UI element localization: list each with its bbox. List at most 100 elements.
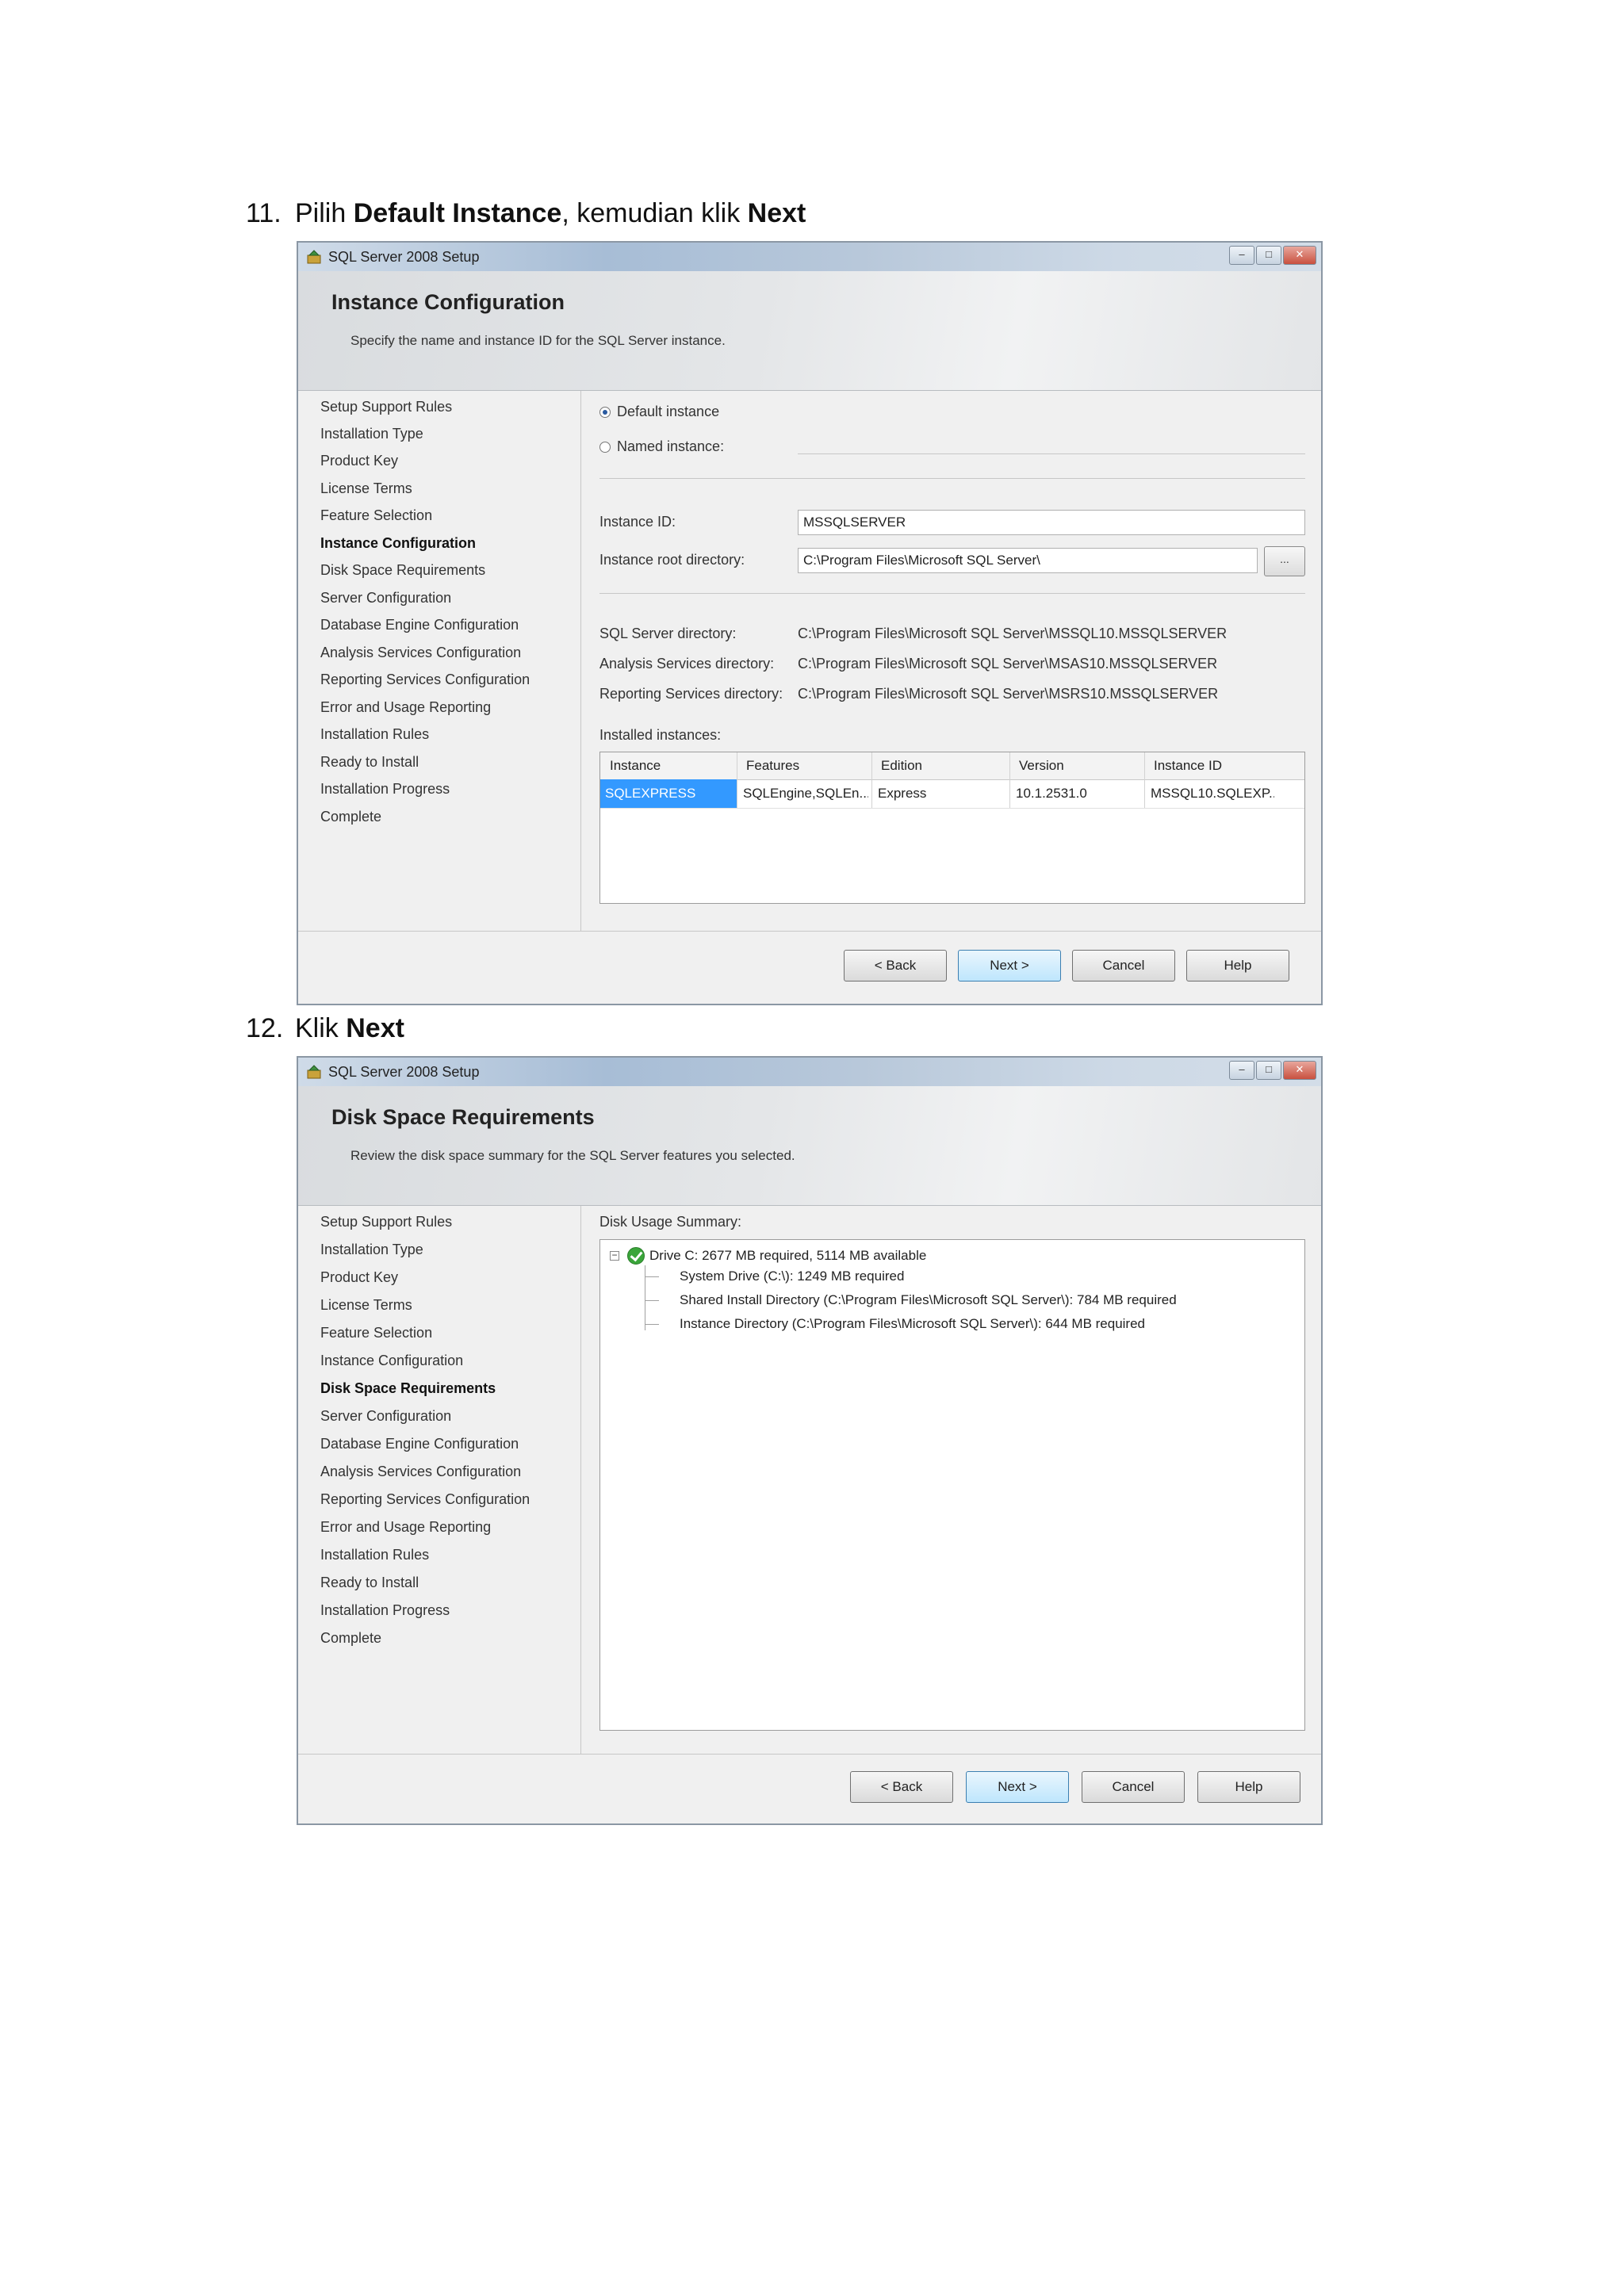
setup-window-instance-configuration: SQL Server 2008 Setup – □ ✕ Instance Con… [297,241,1323,1005]
nav-item-complete[interactable]: Complete [320,1630,381,1647]
sql-server-setup-icon [307,1065,321,1079]
installed-instances-table: Instance Features Edition Version Instan… [599,752,1305,904]
nav-item-analysis-services-configuration[interactable]: Analysis Services Configuration [320,1464,521,1480]
default-instance-radio[interactable] [599,407,611,418]
help-button[interactable]: Help [1186,950,1289,982]
nav-item-installation-type[interactable]: Installation Type [320,426,423,442]
nav-item-server-configuration[interactable]: Server Configuration [320,1408,451,1425]
back-button[interactable]: < Back [844,950,947,982]
nav-item-installation-type[interactable]: Installation Type [320,1242,423,1258]
nav-item-disk-space-requirements[interactable]: Disk Space Requirements [320,562,485,579]
instance-root-directory-input[interactable]: C:\Program Files\Microsoft SQL Server\ [798,548,1258,573]
close-icon[interactable]: ✕ [1283,1061,1316,1080]
maximize-icon[interactable]: □ [1256,246,1281,265]
nav-item-feature-selection[interactable]: Feature Selection [320,1325,432,1341]
nav-item-ready-to-install[interactable]: Ready to Install [320,1575,419,1591]
nav-item-reporting-services-configuration[interactable]: Reporting Services Configuration [320,1491,530,1508]
named-instance-label: Named instance: [617,438,725,454]
column-header-edition[interactable]: Edition [881,758,922,774]
back-button[interactable]: < Back [850,1771,953,1803]
instance-root-directory-label: Instance root directory: [599,552,745,568]
sql-server-setup-icon [307,250,321,264]
nav-item-installation-progress[interactable]: Installation Progress [320,781,450,798]
minimize-icon[interactable]: – [1229,1061,1254,1080]
nav-item-installation-rules[interactable]: Installation Rules [320,1547,429,1563]
page-title: Disk Space Requirements [331,1105,595,1129]
divider [599,593,1305,594]
wizard-steps-nav: Setup Support Rules Installation Type Pr… [298,1206,581,1755]
instance-id-label: Instance ID: [599,514,676,530]
nav-item-installation-progress[interactable]: Installation Progress [320,1602,450,1619]
nav-item-database-engine-configuration[interactable]: Database Engine Configuration [320,617,519,633]
nav-item-feature-selection[interactable]: Feature Selection [320,507,432,524]
nav-item-server-configuration[interactable]: Server Configuration [320,590,451,607]
nav-item-setup-support-rules[interactable]: Setup Support Rules [320,1214,452,1230]
row-instance: SQLEXPRESS [605,786,696,801]
column-header-instance[interactable]: Instance [610,758,661,774]
step-number: 11. [246,198,282,228]
next-button[interactable]: Next > [958,950,1061,982]
page-header: Instance Configuration Specify the name … [298,271,1321,391]
nav-item-license-terms[interactable]: License Terms [320,1297,412,1314]
step-text: Klik [295,1013,347,1043]
named-instance-field[interactable] [798,453,1305,454]
nav-item-product-key[interactable]: Product Key [320,453,398,469]
row-instance-id: MSSQL10.SQLEXP... [1151,786,1274,801]
table-row[interactable]: SQLEXPRESS SQLEngine,SQLEn... Express 10… [600,779,1304,809]
help-button[interactable]: Help [1197,1771,1300,1803]
nav-item-error-and-usage-reporting[interactable]: Error and Usage Reporting [320,1519,491,1536]
tree-item-shared-install-directory: Shared Install Directory (C:\Program Fil… [680,1292,1177,1307]
reporting-services-directory-label: Reporting Services directory: [599,686,783,702]
page-title: Instance Configuration [331,290,565,314]
check-icon [627,1247,645,1265]
page-subtitle: Review the disk space summary for the SQ… [350,1148,795,1163]
divider [599,478,1305,479]
window-title: SQL Server 2008 Setup [328,1064,480,1080]
instance-id-input[interactable]: MSSQLSERVER [798,510,1305,535]
column-header-features[interactable]: Features [746,758,799,774]
maximize-icon[interactable]: □ [1256,1061,1281,1080]
window-controls: – □ ✕ [1229,246,1316,265]
tree-item-instance-directory: Instance Directory (C:\Program Files\Mic… [680,1316,1145,1331]
step-bold-next: Next [747,198,806,228]
nav-item-instance-configuration[interactable]: Instance Configuration [320,535,476,552]
default-instance-label: Default instance [617,404,720,419]
wizard-steps-nav: Setup Support Rules Installation Type Pr… [298,391,581,932]
next-button[interactable]: Next > [966,1771,1069,1803]
sql-server-directory-label: SQL Server directory: [599,626,737,641]
nav-item-error-and-usage-reporting[interactable]: Error and Usage Reporting [320,699,491,716]
analysis-services-directory-label: Analysis Services directory: [599,656,775,672]
nav-item-database-engine-configuration[interactable]: Database Engine Configuration [320,1436,519,1452]
nav-item-reporting-services-configuration[interactable]: Reporting Services Configuration [320,672,530,688]
cancel-button[interactable]: Cancel [1072,950,1175,982]
step-12-heading: 12. Klik Next [246,1013,404,1044]
nav-item-setup-support-rules[interactable]: Setup Support Rules [320,399,452,415]
nav-item-ready-to-install[interactable]: Ready to Install [320,754,419,771]
minimize-icon[interactable]: – [1229,246,1254,265]
nav-item-instance-configuration[interactable]: Instance Configuration [320,1353,463,1369]
nav-item-installation-rules[interactable]: Installation Rules [320,726,429,743]
reporting-services-directory-value: C:\Program Files\Microsoft SQL Server\MS… [798,686,1219,702]
close-icon[interactable]: ✕ [1283,246,1316,265]
analysis-services-directory-value: C:\Program Files\Microsoft SQL Server\MS… [798,656,1218,672]
step-number: 12. [246,1013,284,1043]
disk-usage-summary-label: Disk Usage Summary: [599,1214,742,1230]
cancel-button[interactable]: Cancel [1082,1771,1185,1803]
disk-usage-tree[interactable]: − Drive C: 2677 MB required, 5114 MB ava… [599,1239,1305,1731]
step-text-mid: , kemudian klik [561,198,748,228]
nav-item-product-key[interactable]: Product Key [320,1269,398,1286]
nav-item-disk-space-requirements[interactable]: Disk Space Requirements [320,1380,496,1397]
column-header-version[interactable]: Version [1019,758,1064,774]
nav-item-analysis-services-configuration[interactable]: Analysis Services Configuration [320,645,521,661]
browse-button[interactable]: ... [1264,546,1305,576]
column-header-instance-id[interactable]: Instance ID [1154,758,1222,774]
sql-server-directory-value: C:\Program Files\Microsoft SQL Server\MS… [798,626,1228,641]
window-title: SQL Server 2008 Setup [328,249,480,265]
disk-space-content: Disk Usage Summary: − Drive C: 2677 MB r… [592,1206,1313,1755]
page-header: Disk Space Requirements Review the disk … [298,1086,1321,1206]
nav-item-license-terms[interactable]: License Terms [320,480,412,497]
nav-item-complete[interactable]: Complete [320,809,381,825]
named-instance-radio[interactable] [599,442,611,453]
installed-instances-label: Installed instances: [599,727,722,743]
collapse-icon[interactable]: − [610,1250,619,1261]
